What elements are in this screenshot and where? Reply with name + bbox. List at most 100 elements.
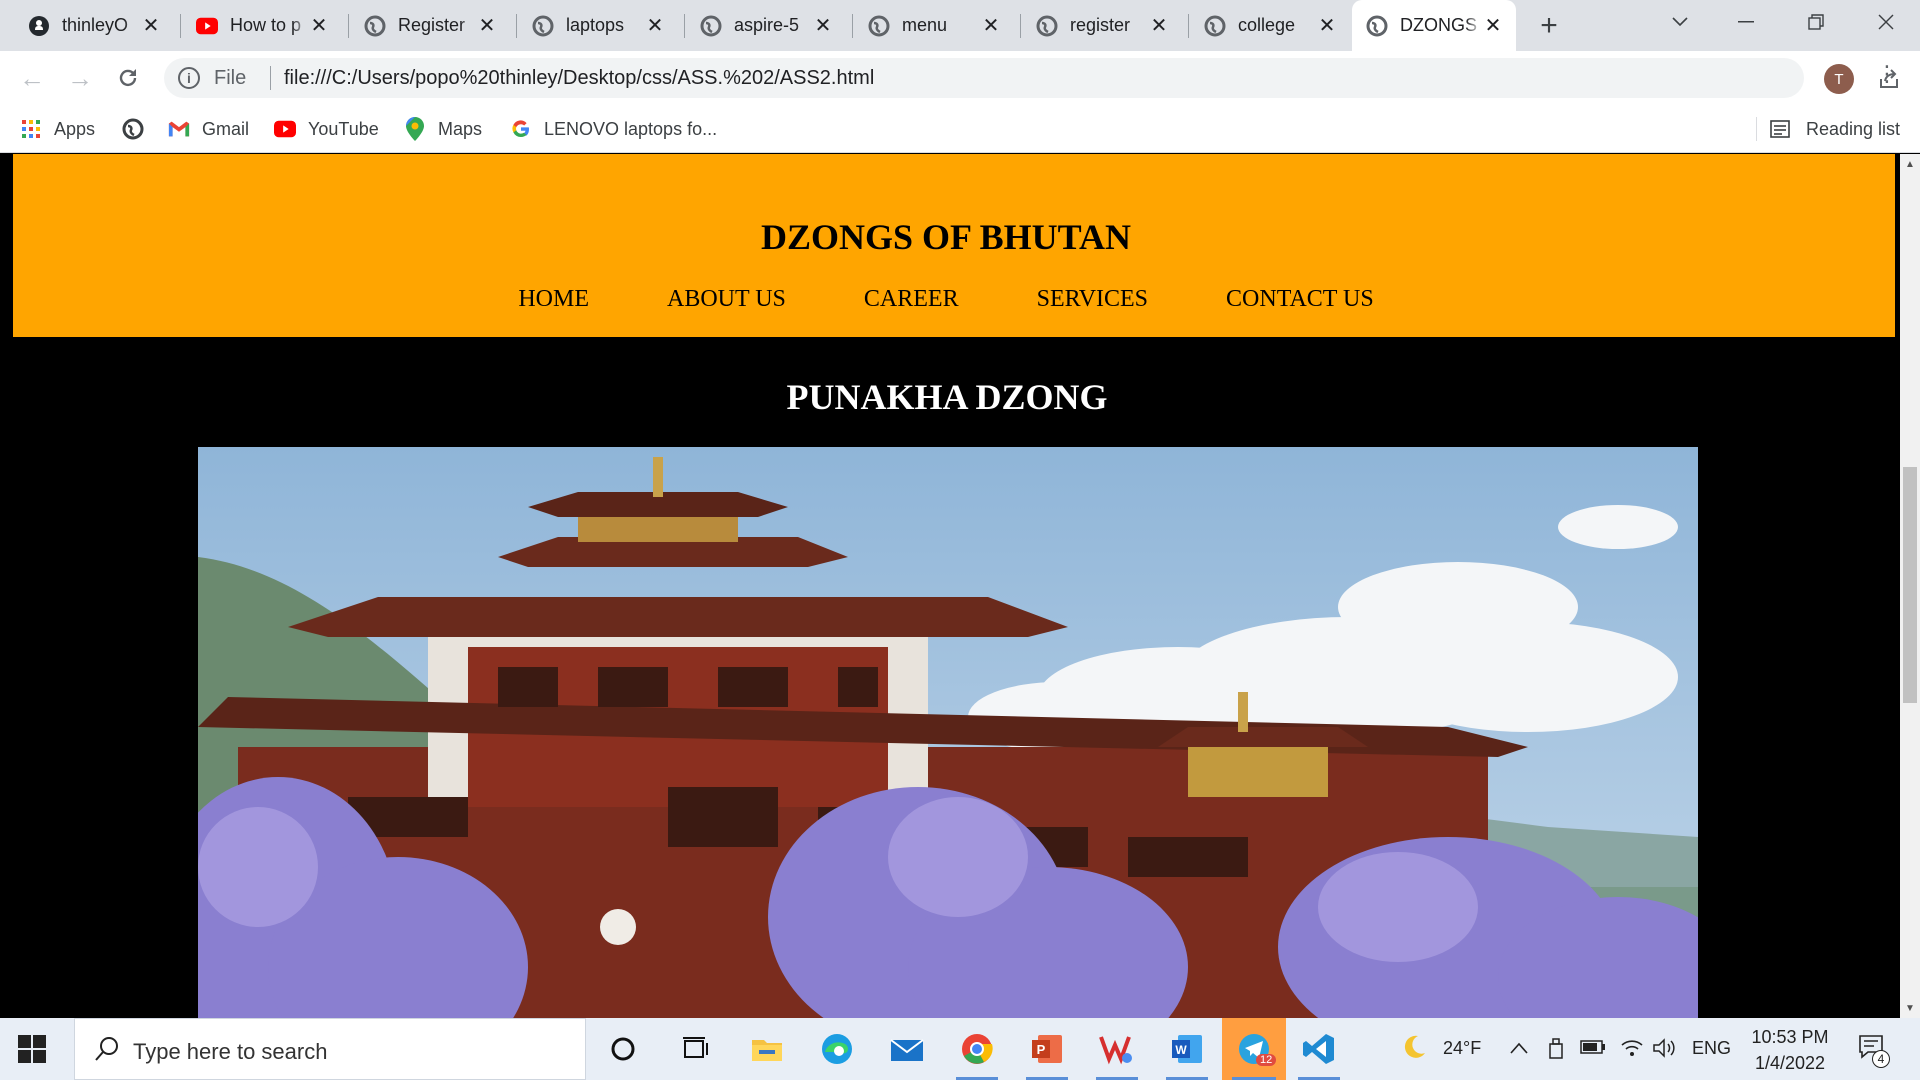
- close-icon[interactable]: ✕: [812, 15, 834, 37]
- volume-icon[interactable]: [1652, 1038, 1676, 1063]
- close-window-icon[interactable]: [1856, 0, 1916, 44]
- chrome-icon[interactable]: [946, 1018, 1008, 1080]
- bookmark-label: Maps: [438, 118, 483, 139]
- tab-github[interactable]: thinleyO ✕: [14, 0, 174, 51]
- maps-pin-icon: [404, 117, 426, 141]
- tab-college[interactable]: college ✕: [1190, 0, 1350, 51]
- google-icon: [510, 118, 532, 140]
- gmail-icon: [168, 118, 190, 140]
- bookmark-label: YouTube: [308, 118, 379, 139]
- tab-title: aspire-5: [734, 15, 800, 35]
- telegram-icon[interactable]: 12: [1222, 1018, 1286, 1080]
- chevron-up-icon[interactable]: [1510, 1038, 1528, 1059]
- file-explorer-icon[interactable]: [736, 1018, 798, 1080]
- cortana-icon[interactable]: [592, 1018, 654, 1080]
- minimize-icon[interactable]: [1716, 0, 1776, 44]
- globe-icon: [364, 15, 386, 37]
- site-title: DZONGS OF BHUTAN: [760, 217, 1132, 257]
- bookmark-apps[interactable]: Apps: [20, 105, 95, 153]
- close-icon[interactable]: ✕: [644, 15, 666, 37]
- system-clock[interactable]: 10:53 PM 1/4/2022: [1740, 1024, 1840, 1076]
- youtube-icon: [274, 118, 296, 140]
- tab-strip: thinleyO ✕ How to p ✕ Register ✕ laptops…: [0, 0, 1920, 51]
- edge-icon[interactable]: [806, 1018, 868, 1080]
- tab-register[interactable]: Register ✕: [350, 0, 510, 51]
- nav-services[interactable]: SERVICES: [1037, 286, 1148, 313]
- close-icon[interactable]: ✕: [308, 15, 330, 37]
- tab-title: register: [1070, 15, 1131, 35]
- reading-list-label: Reading list: [1806, 118, 1901, 139]
- close-icon[interactable]: ✕: [1148, 15, 1170, 37]
- bookmark-label: Apps: [54, 118, 96, 139]
- close-icon[interactable]: ✕: [140, 15, 162, 37]
- bookmark-gmail[interactable]: Gmail: [168, 105, 249, 153]
- wifi-icon[interactable]: [1620, 1038, 1644, 1063]
- scrollbar-thumb[interactable]: [1903, 467, 1917, 703]
- nav-home[interactable]: HOME: [518, 286, 589, 313]
- globe-icon: [700, 15, 722, 37]
- scroll-up-arrow-icon[interactable]: ▲: [1900, 154, 1920, 174]
- vscode-icon[interactable]: [1288, 1018, 1350, 1080]
- powerpoint-icon[interactable]: P: [1016, 1018, 1078, 1080]
- taskbar-search[interactable]: Type here to search: [74, 1018, 586, 1080]
- language-indicator[interactable]: ENG: [1692, 1038, 1731, 1059]
- bookmark-label: Gmail: [202, 118, 250, 139]
- wps-icon[interactable]: [1086, 1018, 1148, 1080]
- punakha-dzong-photo: [198, 447, 1698, 1018]
- battery-icon[interactable]: [1580, 1038, 1606, 1059]
- clock-time: 10:53 PM: [1751, 1027, 1829, 1047]
- svg-text:P: P: [1037, 1042, 1046, 1057]
- page-viewport: DZONGS OF BHUTAN HOME ABOUT US CAREER SE…: [0, 154, 1900, 1018]
- scroll-down-arrow-icon[interactable]: ▼: [1900, 998, 1920, 1018]
- tab-title: DZONGS: [1400, 15, 1478, 35]
- url-text[interactable]: file:///C:/Users/popo%20thinley/Desktop/…: [270, 67, 874, 90]
- section-title: PUNAKHA DZONG: [786, 377, 1108, 417]
- bookmark-maps[interactable]: Maps: [404, 105, 482, 153]
- globe-icon: [122, 118, 144, 140]
- reading-list-button[interactable]: Reading list: [1770, 105, 1900, 153]
- close-icon[interactable]: ✕: [1316, 15, 1338, 37]
- more-menu-icon[interactable]: ⋮: [1876, 61, 1898, 87]
- reload-icon[interactable]: [110, 60, 146, 96]
- tab-laptops[interactable]: laptops ✕: [518, 0, 678, 51]
- close-icon[interactable]: ✕: [1482, 15, 1504, 37]
- usb-device-icon[interactable]: [1546, 1038, 1566, 1065]
- restore-icon[interactable]: [1786, 0, 1846, 44]
- new-tab-button[interactable]: +: [1532, 9, 1566, 43]
- close-icon[interactable]: ✕: [980, 15, 1002, 37]
- forward-arrow-icon[interactable]: →: [62, 60, 98, 96]
- github-icon: [28, 15, 50, 37]
- apps-grid-icon: [20, 118, 42, 140]
- tab-search-chevron-icon[interactable]: [1650, 0, 1710, 44]
- weather-temp[interactable]: 24°F: [1443, 1038, 1481, 1059]
- notification-icon[interactable]: 4: [1856, 1032, 1890, 1069]
- word-icon[interactable]: W: [1156, 1018, 1218, 1080]
- tab-youtube[interactable]: How to p ✕: [182, 0, 342, 51]
- bookmark-globe[interactable]: [122, 105, 156, 153]
- tab-menu[interactable]: menu ✕: [854, 0, 1014, 51]
- profile-avatar[interactable]: T: [1824, 64, 1854, 94]
- mail-icon[interactable]: [876, 1018, 938, 1080]
- tab-title: Register: [398, 15, 466, 35]
- nav-about-us[interactable]: ABOUT US: [667, 286, 786, 313]
- close-icon[interactable]: ✕: [476, 15, 498, 37]
- nav-contact-us[interactable]: CONTACT US: [1226, 286, 1374, 313]
- scheme-label: File: [214, 67, 247, 89]
- task-view-icon[interactable]: [664, 1018, 726, 1080]
- bookmark-youtube[interactable]: YouTube: [274, 105, 379, 153]
- windows-start-icon[interactable]: [18, 1035, 46, 1063]
- address-bar[interactable]: i File file:///C:/Users/popo%20thinley/D…: [164, 58, 1898, 98]
- back-arrow-icon[interactable]: ←: [14, 60, 50, 96]
- tab-title: laptops: [566, 15, 625, 35]
- info-icon[interactable]: i: [178, 67, 200, 89]
- page-scrollbar[interactable]: ▲ ▼: [1900, 154, 1920, 1018]
- youtube-icon: [196, 15, 218, 37]
- bookmark-lenovo[interactable]: LENOVO laptops fo...: [510, 105, 717, 153]
- globe-icon: [1036, 15, 1058, 37]
- tab-register-2[interactable]: register ✕: [1022, 0, 1182, 51]
- globe-icon: [1204, 15, 1226, 37]
- tab-dzongs[interactable]: DZONGS ✕: [1352, 0, 1516, 51]
- tab-aspire[interactable]: aspire-5 ✕: [686, 0, 846, 51]
- nav-career[interactable]: CAREER: [864, 286, 959, 313]
- weather-moon-icon[interactable]: [1400, 1033, 1428, 1066]
